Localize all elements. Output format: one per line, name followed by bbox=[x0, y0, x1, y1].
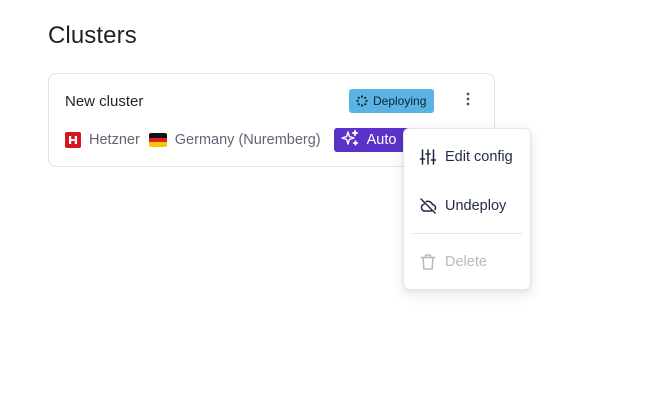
region-name: Germany (Nuremberg) bbox=[174, 132, 321, 148]
menu-divider bbox=[412, 233, 522, 234]
sliders-icon bbox=[419, 148, 437, 166]
status-label: Deploying bbox=[373, 94, 427, 108]
provider-name: Hetzner bbox=[89, 132, 140, 148]
hetzner-logo-icon bbox=[65, 132, 81, 148]
menu-item-label: Undeploy bbox=[445, 198, 507, 214]
auto-badge-label: Auto bbox=[366, 132, 397, 148]
germany-flag-icon bbox=[148, 133, 167, 147]
menu-item-undeploy[interactable]: Undeploy bbox=[404, 188, 530, 224]
cluster-name: New cluster bbox=[65, 93, 144, 110]
page: Clusters New cluster Deploying Hetzner G… bbox=[0, 0, 668, 400]
menu-item-label: Delete bbox=[445, 254, 487, 270]
menu-item-edit-config[interactable]: Edit config bbox=[404, 139, 530, 175]
cloud-off-icon bbox=[419, 197, 437, 215]
trash-icon bbox=[419, 253, 437, 271]
more-options-button[interactable] bbox=[457, 89, 479, 113]
status-badge: Deploying bbox=[349, 89, 435, 113]
sparkles-icon bbox=[340, 129, 360, 151]
page-title: Clusters bbox=[48, 22, 137, 49]
menu-item-delete[interactable]: Delete bbox=[404, 244, 530, 280]
cluster-actions-menu: Edit config Undeploy Delete bbox=[403, 128, 531, 290]
spinner-icon bbox=[356, 95, 368, 107]
kebab-icon bbox=[466, 92, 470, 111]
menu-item-label: Edit config bbox=[445, 149, 513, 165]
cluster-meta: Hetzner Germany (Nuremberg) Auto bbox=[65, 128, 418, 152]
